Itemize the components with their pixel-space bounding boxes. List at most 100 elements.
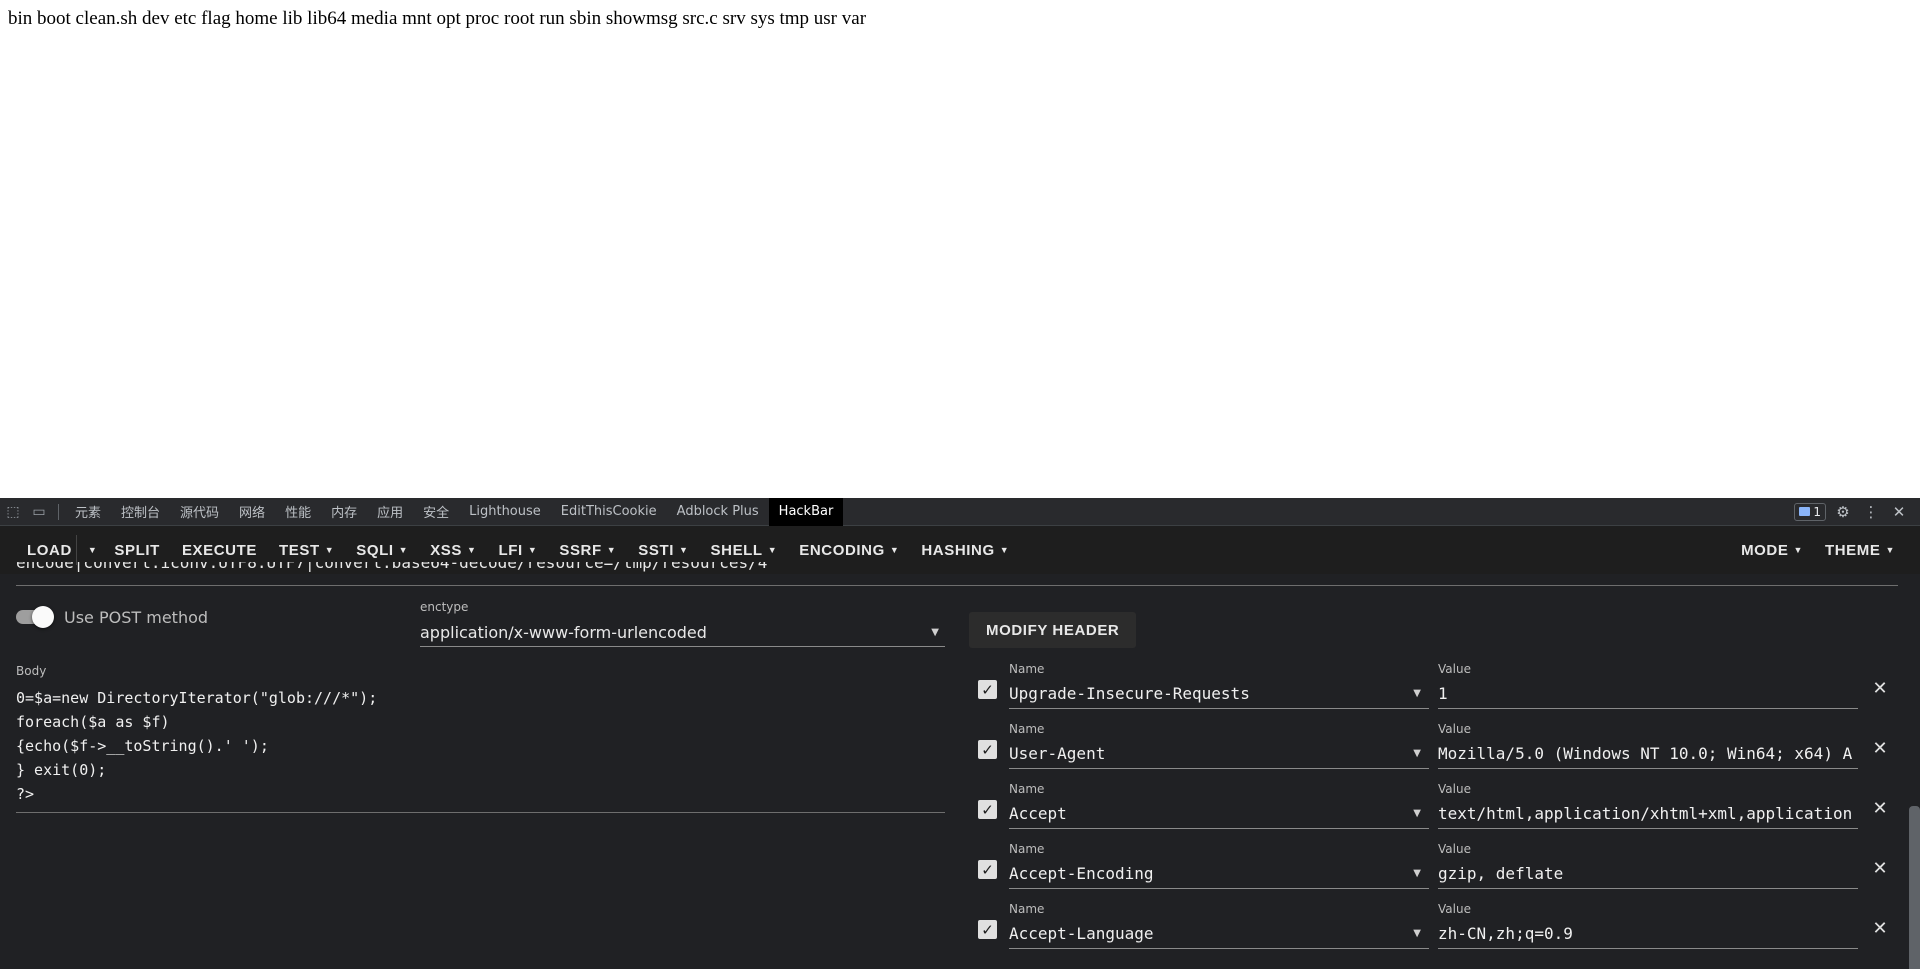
- header-enabled-checkbox[interactable]: ✓: [978, 740, 997, 759]
- remove-header-icon[interactable]: ✕: [1870, 796, 1890, 820]
- header-name-input[interactable]: Accept-Encoding ▼: [1009, 859, 1429, 889]
- caret-down-icon: ▼: [87, 545, 98, 555]
- tab-console[interactable]: 控制台: [111, 498, 170, 526]
- header-value-label: Value: [1438, 722, 1471, 736]
- header-value-field: Value 1: [1438, 662, 1858, 709]
- hashing-menu-label: HASHING: [921, 541, 995, 559]
- check-icon: ✓: [981, 920, 994, 939]
- tab-application[interactable]: 应用: [367, 498, 413, 526]
- header-name-input[interactable]: Accept ▼: [1009, 799, 1429, 829]
- caret-down-icon: ▼: [324, 545, 335, 555]
- url-textarea[interactable]: encode|convert.iconv.UTF8.UTF7|convert.b…: [16, 562, 1898, 586]
- ssti-menu-label: SSTI: [638, 541, 675, 559]
- body-label: Body: [16, 664, 47, 678]
- header-enabled-checkbox[interactable]: ✓: [978, 680, 997, 699]
- close-devtools-icon[interactable]: ✕: [1888, 501, 1910, 523]
- tab-memory[interactable]: 内存: [321, 498, 367, 526]
- header-value-label: Value: [1438, 662, 1471, 676]
- header-enabled-checkbox[interactable]: ✓: [978, 800, 997, 819]
- url-text: encode|convert.iconv.UTF8.UTF7|convert.b…: [16, 562, 768, 572]
- header-name-field: Name Accept-Encoding ▼: [1009, 842, 1429, 889]
- header-value-label: Value: [1438, 842, 1471, 856]
- remove-header-icon[interactable]: ✕: [1870, 736, 1890, 760]
- header-value-input[interactable]: zh-CN,zh;q=0.9: [1438, 919, 1858, 949]
- enctype-select[interactable]: application/x-www-form-urlencoded ▼: [420, 619, 945, 647]
- switch-thumb: [32, 606, 54, 628]
- header-value-input[interactable]: 1: [1438, 679, 1858, 709]
- caret-down-icon: ▼: [1885, 545, 1895, 555]
- modify-header-button[interactable]: MODIFY HEADER: [969, 612, 1137, 648]
- page-output-text: bin boot clean.sh dev etc flag home lib …: [8, 8, 867, 29]
- caret-down-icon: ▼: [889, 545, 900, 555]
- header-row: ✓ Name Upgrade-Insecure-Requests ▼ Value…: [978, 662, 1888, 718]
- devtools-tab-strip: ⬚ ▭ 元素 控制台 源代码 网络 性能 内存 应用 安全 Lighthouse…: [0, 498, 1920, 526]
- issues-button[interactable]: 1: [1794, 502, 1826, 521]
- header-row: ✓ Name Accept-Encoding ▼ Value gzip, def…: [978, 842, 1888, 898]
- remove-header-icon[interactable]: ✕: [1870, 856, 1890, 880]
- header-name-field: Name Accept ▼: [1009, 782, 1429, 829]
- header-name-label: Name: [1009, 782, 1045, 796]
- tab-lighthouse[interactable]: Lighthouse: [459, 498, 551, 526]
- tab-security[interactable]: 安全: [413, 498, 459, 526]
- inspect-element-icon[interactable]: ⬚: [0, 498, 26, 526]
- tab-separator: [58, 503, 59, 520]
- lfi-menu-label: LFI: [498, 541, 523, 559]
- mode-menu-label: MODE: [1741, 541, 1789, 559]
- header-value-field: Value text/html,application/xhtml+xml,ap…: [1438, 782, 1858, 829]
- body-field: Body 0=$a=new DirectoryIterator("glob://…: [16, 664, 945, 813]
- tab-editthiscookie[interactable]: EditThisCookie: [551, 498, 667, 526]
- tab-adblock-plus[interactable]: Adblock Plus: [667, 498, 769, 526]
- post-method-toggle[interactable]: Use POST method: [16, 606, 208, 628]
- caret-down-icon: ▼: [1793, 545, 1803, 555]
- header-name-value: User-Agent: [1009, 744, 1106, 763]
- caret-down-icon: ▼: [398, 545, 409, 555]
- sqli-menu-label: SQLI: [356, 541, 394, 559]
- tab-sources[interactable]: 源代码: [170, 498, 229, 526]
- shell-menu-label: SHELL: [710, 541, 763, 559]
- remove-header-icon[interactable]: ✕: [1870, 916, 1890, 940]
- header-name-label: Name: [1009, 902, 1045, 916]
- post-method-switch[interactable]: [16, 606, 54, 628]
- header-value-label: Value: [1438, 782, 1471, 796]
- remove-header-icon[interactable]: ✕: [1870, 676, 1890, 700]
- test-menu-label: TEST: [279, 541, 320, 559]
- message-icon: [1799, 507, 1811, 516]
- load-menu-button[interactable]: ▼: [75, 535, 104, 565]
- header-name-value: Accept-Encoding: [1009, 864, 1154, 883]
- settings-gear-icon[interactable]: ⚙: [1832, 501, 1854, 523]
- header-name-input[interactable]: Upgrade-Insecure-Requests ▼: [1009, 679, 1429, 709]
- header-value-field: Value Mozilla/5.0 (Windows NT 10.0; Win6…: [1438, 722, 1858, 769]
- header-value-input[interactable]: gzip, deflate: [1438, 859, 1858, 889]
- body-textarea[interactable]: 0=$a=new DirectoryIterator("glob:///*");…: [16, 686, 945, 813]
- scrollbar-thumb[interactable]: [1909, 806, 1920, 969]
- dropdown-arrow-icon: ▼: [1413, 748, 1421, 759]
- caret-down-icon: ▼: [527, 545, 538, 555]
- dropdown-arrow-icon: ▼: [1413, 688, 1421, 699]
- caret-down-icon: ▼: [767, 545, 778, 555]
- header-value-field: Value gzip, deflate: [1438, 842, 1858, 889]
- header-name-field: Name Accept-Language ▼: [1009, 902, 1429, 949]
- header-row: ✓ Name Accept ▼ Value text/html,applicat…: [978, 782, 1888, 838]
- header-value-input[interactable]: Mozilla/5.0 (Windows NT 10.0; Win64; x64…: [1438, 739, 1858, 769]
- header-value-input[interactable]: text/html,application/xhtml+xml,applicat…: [1438, 799, 1858, 829]
- caret-down-icon: ▼: [679, 545, 689, 555]
- tab-performance[interactable]: 性能: [275, 498, 321, 526]
- tab-elements[interactable]: 元素: [65, 498, 111, 526]
- header-name-input[interactable]: User-Agent ▼: [1009, 739, 1429, 769]
- enctype-label: enctype: [420, 600, 469, 614]
- check-icon: ✓: [981, 860, 994, 879]
- header-name-input[interactable]: Accept-Language ▼: [1009, 919, 1429, 949]
- dropdown-arrow-icon: ▼: [1413, 868, 1421, 879]
- more-options-icon[interactable]: ⋮: [1860, 501, 1882, 523]
- header-enabled-checkbox[interactable]: ✓: [978, 860, 997, 879]
- ssrf-menu-label: SSRF: [559, 541, 602, 559]
- issues-count: 1: [1813, 504, 1821, 519]
- header-enabled-checkbox[interactable]: ✓: [978, 920, 997, 939]
- tab-hackbar[interactable]: HackBar: [768, 498, 844, 526]
- device-toolbar-icon[interactable]: ▭: [26, 498, 52, 526]
- post-method-label: Use POST method: [64, 607, 209, 627]
- dropdown-arrow-icon: ▼: [931, 627, 939, 638]
- enctype-value: application/x-www-form-urlencoded: [420, 623, 707, 642]
- tab-network[interactable]: 网络: [229, 498, 275, 526]
- caret-down-icon: ▼: [467, 545, 477, 555]
